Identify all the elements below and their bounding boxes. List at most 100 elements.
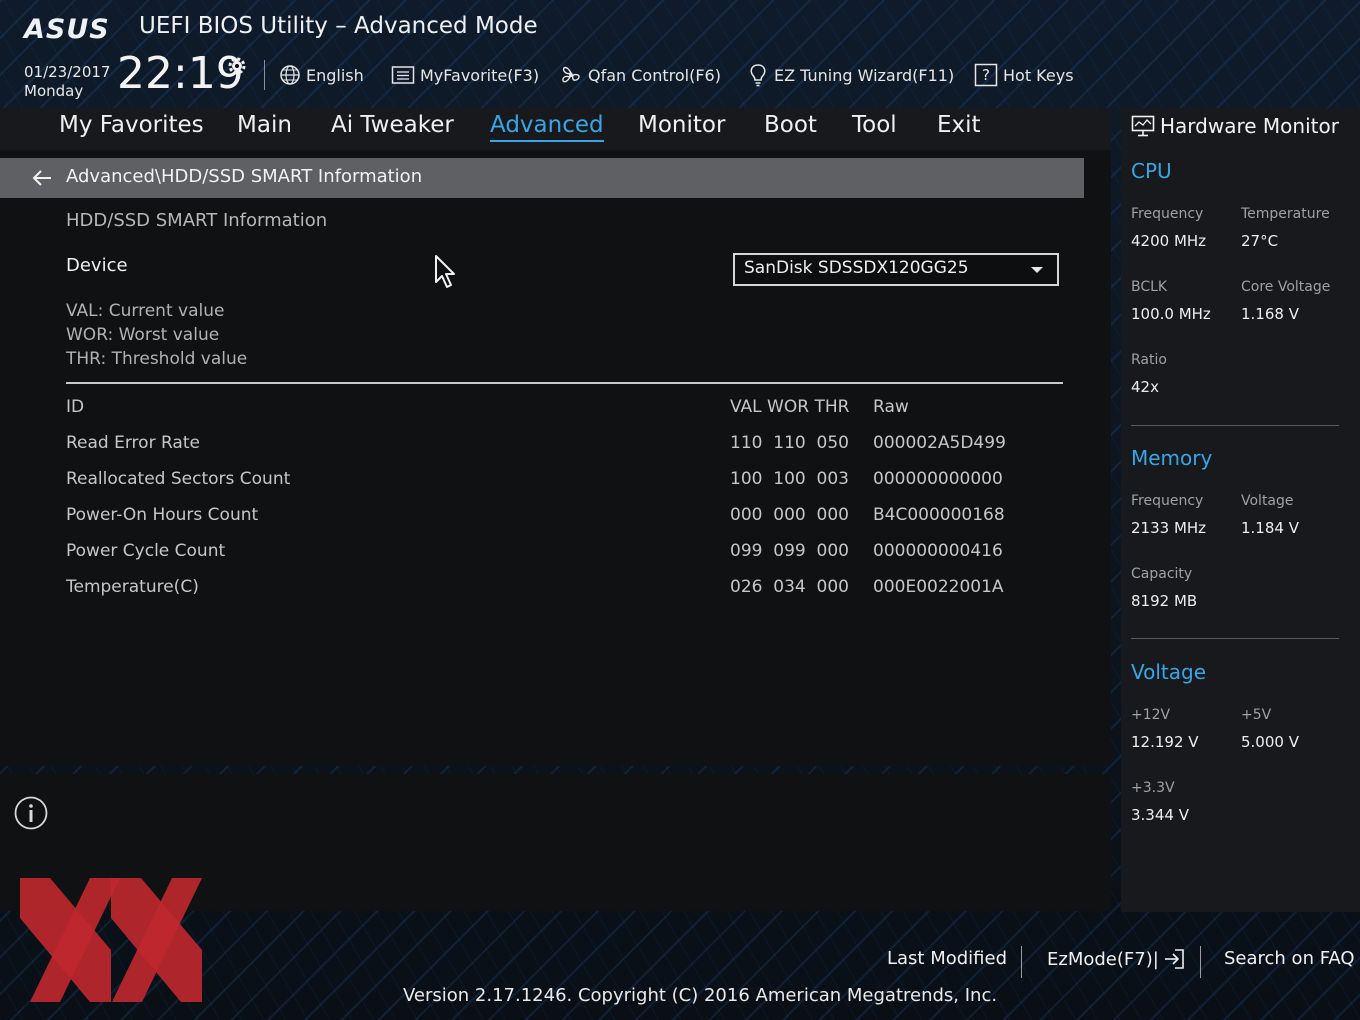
core-voltage-label: Core Voltage: [1241, 279, 1331, 295]
row-values: 110 110 050: [730, 433, 849, 453]
last-modified-button[interactable]: Last Modified: [887, 948, 1007, 969]
v5-label: +5V: [1241, 707, 1272, 723]
row-values: 099 099 000: [730, 541, 849, 561]
legend-val: VAL: Current value: [66, 301, 225, 321]
row-name: Reallocated Sectors Count: [66, 469, 291, 489]
col-id-header: ID: [66, 397, 85, 417]
cpu-temperature-label: Temperature: [1241, 206, 1330, 222]
language-label: English: [306, 65, 364, 85]
memory-capacity-value: 8192 MB: [1131, 592, 1198, 610]
legend-thr: THR: Threshold value: [66, 349, 248, 369]
content-panel: Advanced\HDD/SSD SMART Information HDD/S…: [0, 150, 1111, 766]
favorite-list-icon: [391, 66, 415, 84]
hardware-monitor-label: Hardware Monitor: [1160, 114, 1339, 138]
row-values: 000 000 000: [730, 505, 849, 525]
row-values: 100 100 003: [730, 469, 849, 489]
hardware-monitor-panel: Hardware Monitor CPU Frequency 4200 MHz …: [1121, 108, 1360, 912]
footer-separator: [1021, 946, 1022, 978]
lightbulb-icon: [750, 64, 766, 87]
memory-voltage-value: 1.184 V: [1241, 519, 1299, 537]
back-arrow-icon[interactable]: [30, 167, 54, 189]
cpu-section-title: CPU: [1131, 159, 1172, 183]
search-faq-button[interactable]: Search on FAQ: [1224, 948, 1355, 969]
svg-text:?: ?: [982, 66, 990, 84]
header-separator: [264, 60, 265, 90]
hwmon-divider: [1131, 425, 1339, 426]
ratio-label: Ratio: [1131, 352, 1167, 368]
row-name: Power Cycle Count: [66, 541, 226, 561]
breadcrumb-path: Advanced\HDD/SSD SMART Information: [66, 166, 423, 187]
tab-advanced[interactable]: Advanced: [490, 112, 604, 142]
row-name: Read Error Rate: [66, 433, 200, 453]
ez-tuning-label: EZ Tuning Wizard(F11): [774, 65, 955, 85]
app-title: UEFI BIOS Utility – Advanced Mode: [139, 13, 538, 39]
hwmon-divider: [1131, 638, 1339, 639]
top-header: ASUS UEFI BIOS Utility – Advanced Mode 0…: [0, 0, 1360, 108]
help-key-icon: ?: [974, 63, 998, 87]
date-display: 01/23/2017: [24, 63, 111, 81]
row-name: Temperature(C): [66, 577, 199, 597]
section-title: HDD/SSD SMART Information: [66, 210, 328, 231]
row-raw: 000000000000: [873, 469, 1003, 489]
tab-boot[interactable]: Boot: [764, 112, 817, 140]
core-voltage-value: 1.168 V: [1241, 305, 1299, 323]
v12-label: +12V: [1131, 707, 1171, 723]
myfavorite-label: MyFavorite(F3): [420, 65, 540, 85]
v12-value: 12.192 V: [1131, 733, 1199, 751]
memory-voltage-label: Voltage: [1241, 493, 1294, 509]
tab-exit[interactable]: Exit: [937, 112, 981, 140]
footer-bar: Last Modified EzMode(F7)| Search on FAQ …: [0, 878, 1360, 1020]
device-dropdown[interactable]: SanDisk SDSSDX120GG25: [733, 253, 1059, 286]
monitor-icon: [1131, 115, 1155, 137]
myfavorite-button[interactable]: MyFavorite(F3): [391, 62, 539, 88]
row-raw: B4C000000168: [873, 505, 1005, 525]
cpu-frequency-label: Frequency: [1131, 206, 1204, 222]
memory-frequency-label: Frequency: [1131, 493, 1204, 509]
row-name: Power-On Hours Count: [66, 505, 259, 525]
table-divider: [66, 382, 1063, 384]
ez-tuning-wizard-button[interactable]: EZ Tuning Wizard(F11): [747, 62, 954, 88]
cpu-temperature-value: 27°C: [1241, 232, 1279, 250]
memory-capacity-label: Capacity: [1131, 566, 1193, 582]
settings-gear-icon[interactable]: [225, 54, 249, 78]
info-icon: [14, 796, 48, 830]
cpu-frequency-value: 4200 MHz: [1131, 232, 1207, 250]
tab-my-favorites[interactable]: My Favorites: [59, 112, 204, 140]
tab-ai-tweaker[interactable]: Ai Tweaker: [331, 112, 454, 140]
hardware-monitor-title: Hardware Monitor: [1131, 114, 1339, 138]
row-raw: 000E0022001A: [873, 577, 1004, 597]
bclk-value: 100.0 MHz: [1131, 305, 1211, 323]
chevron-down-icon: [1031, 267, 1043, 273]
row-values: 026 034 000: [730, 577, 849, 597]
xx-watermark-logo: [20, 878, 202, 1002]
main-menu-bar: My Favorites Main Ai Tweaker Advanced Mo…: [0, 108, 1111, 150]
v5-value: 5.000 V: [1241, 733, 1299, 751]
tab-main[interactable]: Main: [237, 112, 292, 140]
legend-wor: WOR: Worst value: [66, 325, 220, 345]
memory-section-title: Memory: [1131, 446, 1213, 470]
ratio-value: 42x: [1131, 378, 1159, 396]
tab-monitor[interactable]: Monitor: [638, 112, 725, 140]
voltage-section-title: Voltage: [1131, 660, 1207, 684]
ezmode-label: EzMode(F7)|: [1047, 948, 1159, 970]
language-button[interactable]: English: [279, 62, 364, 88]
row-raw: 000002A5D499: [873, 433, 1006, 453]
v33-label: +3.3V: [1131, 780, 1175, 796]
globe-icon: [280, 65, 300, 85]
fan-icon: [562, 66, 580, 83]
version-copyright: Version 2.17.1246. Copyright (C) 2016 Am…: [403, 985, 998, 1006]
col-values-header: VAL WOR THR: [730, 397, 850, 417]
mouse-pointer-icon: [435, 255, 455, 288]
qfan-control-button[interactable]: Qfan Control(F6): [559, 62, 721, 88]
bclk-label: BCLK: [1131, 279, 1168, 295]
day-display: Monday: [24, 82, 84, 100]
tab-tool[interactable]: Tool: [852, 112, 897, 140]
ezmode-button[interactable]: EzMode(F7)|: [1047, 948, 1185, 970]
qfan-label: Qfan Control(F6): [588, 65, 721, 85]
device-dropdown-value: SanDisk SDSSDX120GG25: [744, 258, 969, 278]
footer-separator: [1200, 946, 1201, 978]
hot-keys-label: Hot Keys: [1003, 65, 1074, 85]
hot-keys-button[interactable]: ? Hot Keys: [974, 62, 1074, 88]
v33-value: 3.344 V: [1131, 806, 1189, 824]
breadcrumb[interactable]: Advanced\HDD/SSD SMART Information: [0, 158, 1084, 198]
